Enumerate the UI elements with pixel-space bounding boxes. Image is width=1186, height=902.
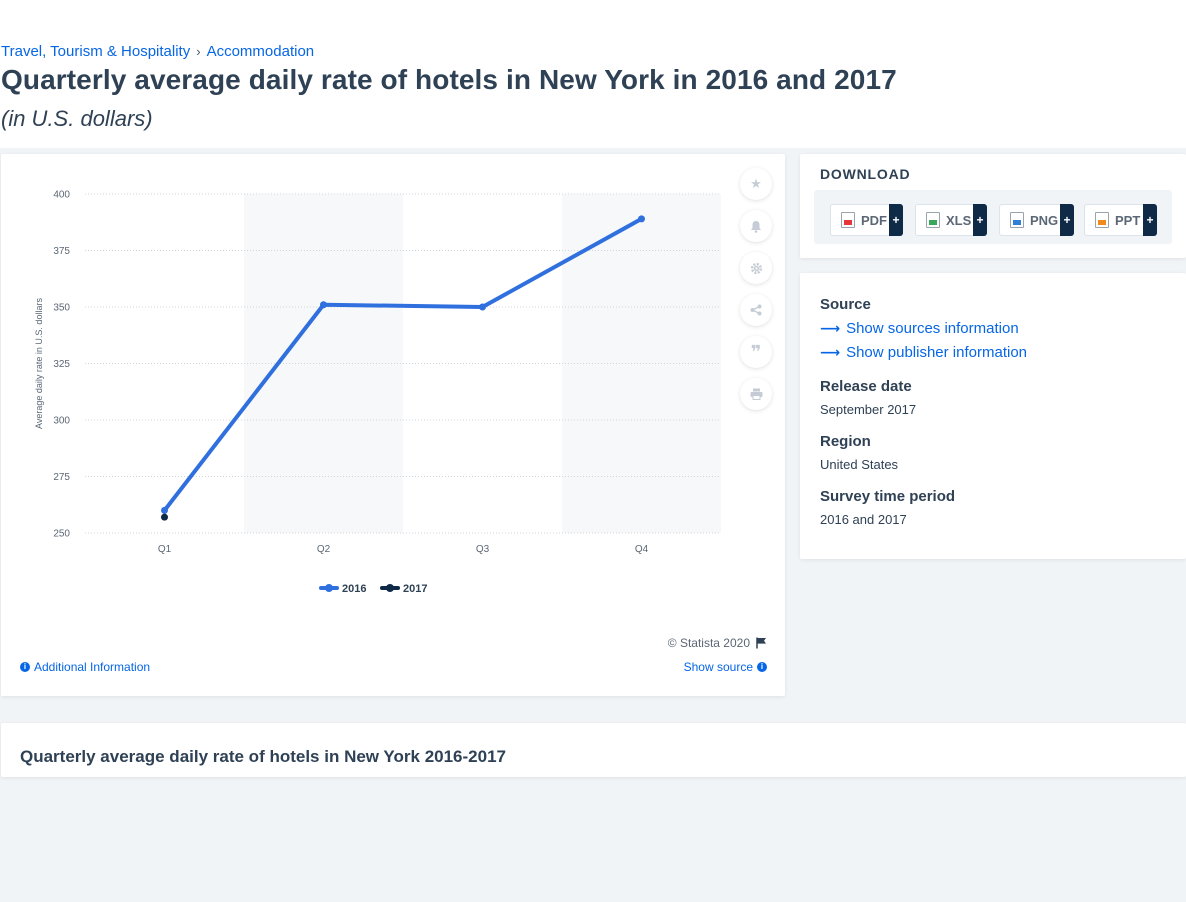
quote-icon: ❞ [750,342,762,362]
y-tick-label: 350 [53,303,70,314]
data-point-2016 [638,215,645,223]
download-pdf-label: PDF [861,212,887,228]
download-xls-label: XLS [946,212,972,228]
x-tick-label: Q1 [158,544,172,555]
source-label: Source [820,296,871,313]
xls-file-icon [926,212,940,228]
download-title: DOWNLOAD [820,166,911,182]
download-png-label: PNG [1030,212,1059,228]
star-icon: ★ [750,176,762,191]
download-card: DOWNLOAD PDF + XLS + PNG + PPT + [800,154,1186,258]
download-ppt-button[interactable]: PPT + [1084,204,1157,236]
breadcrumb-item-accommodation[interactable]: Accommodation [207,43,315,60]
plus-icon: + [1143,204,1157,236]
print-button[interactable] [740,378,772,410]
data-point-2016 [161,506,168,514]
plus-icon: + [973,204,987,236]
info-icon: i [20,662,30,672]
data-point-2016 [320,301,327,309]
y-tick-label: 250 [53,529,70,540]
line-chart: 250 275 300 325 350 375 400 Q1 Q2 Q3 Q4 Average dai… [34,190,721,595]
y-axis-label: Average daily rate in U.S. dollars [34,298,44,429]
share-icon [750,304,762,316]
pdf-file-icon [841,212,855,228]
show-sources-link[interactable]: ⟶ Show sources information [820,320,1019,337]
flag-icon[interactable] [756,637,767,649]
breadcrumb-item-travel[interactable]: Travel, Tourism & Hospitality [1,43,190,60]
copyright-text: © Statista 2020 [667,636,750,650]
related-statistic-card: Quarterly average daily rate of hotels i… [1,723,1186,777]
y-tick-label: 300 [53,416,70,427]
plus-icon: + [1060,204,1074,236]
info-icon: i [757,662,767,672]
survey-period-value: 2016 and 2017 [820,512,907,527]
download-pdf-button[interactable]: PDF + [830,204,903,236]
legend-swatch-marker [325,584,333,592]
x-tick-label: Q3 [476,544,490,555]
download-png-button[interactable]: PNG + [999,204,1074,236]
x-tick-label: Q4 [635,544,649,555]
info-card: Source ⟶ Show sources information ⟶ Show… [800,273,1186,559]
y-tick-label: 400 [53,190,70,201]
png-file-icon [1010,212,1024,228]
gear-icon [750,262,762,274]
data-point-2016 [479,303,486,311]
notification-button[interactable] [740,210,772,242]
download-ppt-label: PPT [1115,212,1141,228]
download-buttons: PDF + XLS + PNG + PPT + [814,190,1172,244]
print-icon [750,388,762,400]
favorite-button[interactable]: ★ [740,168,772,200]
related-statistic-title[interactable]: Quarterly average daily rate of hotels i… [20,747,506,767]
release-date-label: Release date [820,378,912,395]
show-sources-label: Show sources information [846,320,1019,337]
download-xls-button[interactable]: XLS + [915,204,987,236]
share-button[interactable] [740,294,772,326]
breadcrumb: Travel, Tourism & Hospitality › Accommod… [1,43,314,60]
survey-period-label: Survey time period [820,488,956,505]
bell-icon [751,220,761,233]
additional-info-link[interactable]: i Additional Information [20,660,150,674]
region-label: Region [820,433,871,450]
legend-swatch-marker [386,584,394,592]
region-value: United States [820,457,899,472]
release-date-value: September 2017 [820,402,917,417]
ppt-file-icon [1095,212,1109,228]
show-source-label: Show source [683,660,753,674]
page-title: Quarterly average daily rate of hotels i… [1,64,897,95]
data-point-2017 [161,513,168,521]
additional-info-label: Additional Information [34,660,151,674]
show-publisher-label: Show publisher information [846,344,1028,361]
arrow-right-icon: ⟶ [820,344,841,360]
y-tick-label: 275 [53,472,70,483]
breadcrumb-separator: › [196,44,201,59]
plus-icon: + [889,204,903,236]
show-publisher-link[interactable]: ⟶ Show publisher information [820,344,1027,361]
x-tick-label: Q2 [317,544,331,555]
page-subtitle: (in U.S. dollars) [1,106,153,131]
y-tick-label: 325 [53,359,70,370]
arrow-right-icon: ⟶ [820,320,841,336]
copyright: © Statista 2020 [668,636,767,650]
chart-card: 250 275 300 325 350 375 400 Q1 Q2 Q3 Q4 Average dai… [1,154,785,696]
legend-label: 2016 [342,583,366,595]
settings-button[interactable] [740,252,772,284]
legend-label: 2017 [403,583,427,595]
y-tick-label: 375 [53,246,70,257]
show-source-link[interactable]: Show source i [684,660,767,674]
cite-button[interactable]: ❞ [740,336,772,368]
